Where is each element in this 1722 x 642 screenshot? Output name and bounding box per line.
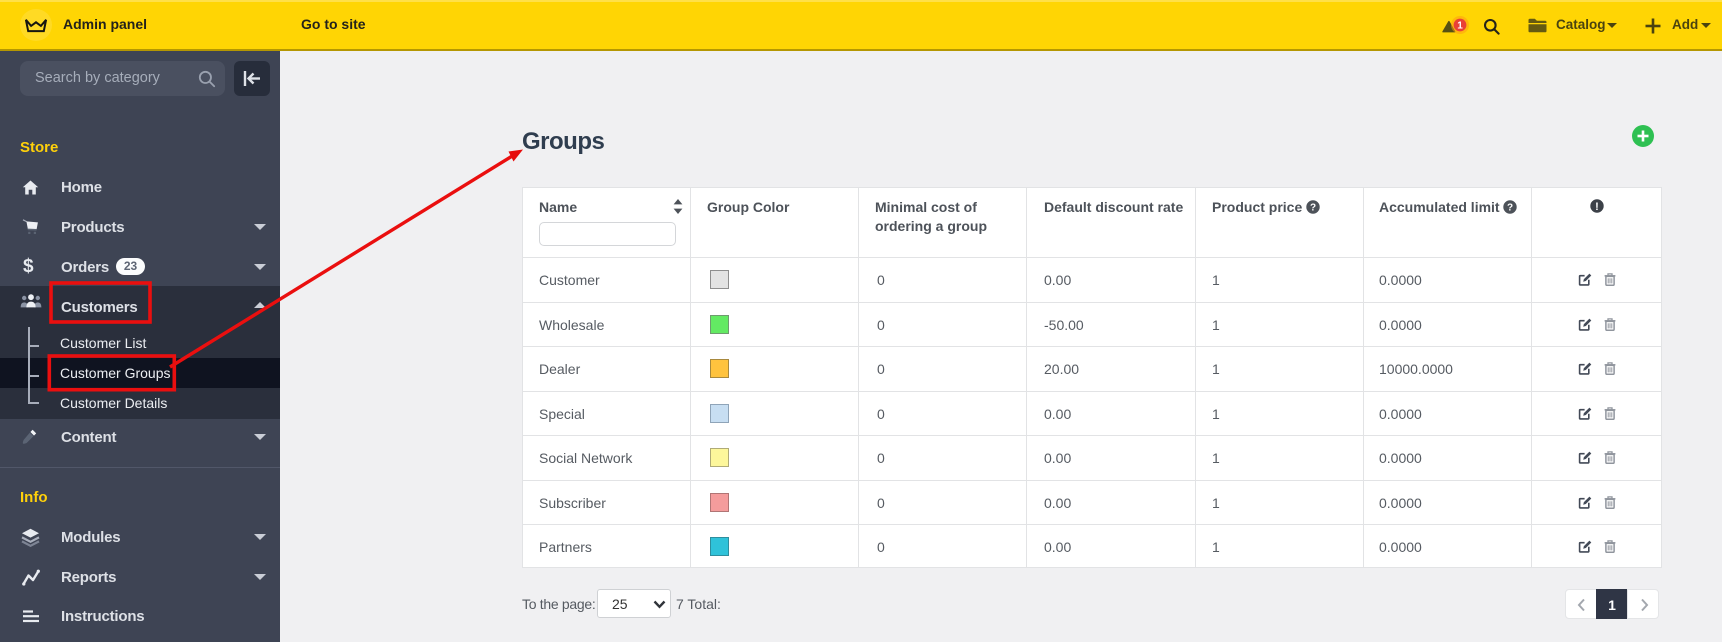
svg-text:?: ? (1310, 203, 1316, 214)
svg-text:!: ! (1595, 201, 1599, 213)
svg-text:1: 1 (1457, 21, 1463, 32)
svg-text:?: ? (1507, 203, 1513, 214)
